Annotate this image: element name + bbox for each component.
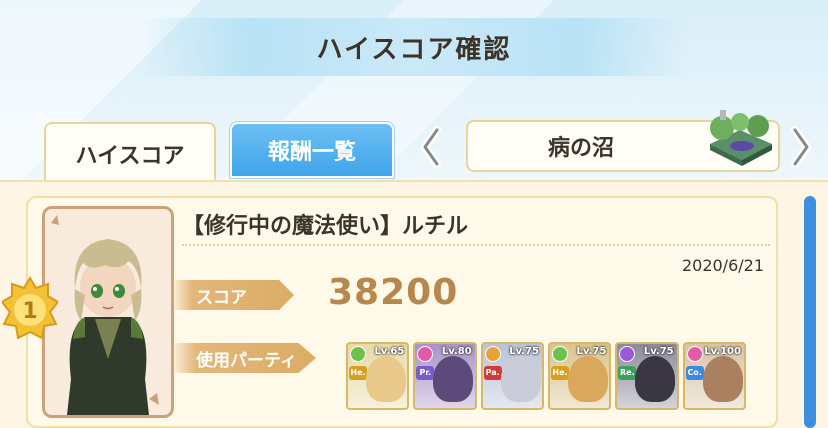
party-list: He. Lv.65 Pr. Lv.80 Pa. Lv.75 He. Lv.75 … bbox=[346, 342, 746, 412]
party-label-text: 使用パーティ bbox=[196, 350, 297, 371]
record-date: 2020/6/21 bbox=[681, 256, 764, 275]
divider bbox=[182, 244, 770, 246]
tab-rewards[interactable]: 報酬一覧 bbox=[230, 122, 394, 178]
rank-number: 1 bbox=[22, 299, 37, 324]
tab-highscore-label: ハイスコア bbox=[75, 144, 185, 169]
attribute-icon bbox=[350, 346, 366, 362]
character-face bbox=[366, 356, 406, 402]
attribute-icon bbox=[417, 346, 434, 362]
party-member-card[interactable]: Re. Lv.75 bbox=[615, 342, 679, 410]
party-member-card[interactable]: Pa. Lv.75 bbox=[480, 342, 544, 410]
character-face bbox=[433, 356, 474, 402]
party-label: 使用パーティ bbox=[170, 343, 316, 373]
title-bar: ハイスコア確認 bbox=[140, 18, 688, 76]
level-text: Lv.65 bbox=[374, 346, 405, 357]
character-face bbox=[635, 356, 676, 402]
scrollbar[interactable] bbox=[804, 196, 816, 428]
role-badge: Pa. bbox=[483, 366, 502, 380]
character-name: 【修行中の魔法使い】ルチル bbox=[182, 214, 469, 239]
role-badge: Pr. bbox=[416, 366, 435, 380]
character-illustration bbox=[45, 209, 171, 415]
character-face bbox=[702, 356, 743, 402]
attribute-icon bbox=[686, 346, 703, 362]
party-member-card[interactable]: Pr. Lv.80 bbox=[413, 342, 477, 410]
role-badge: He. bbox=[349, 366, 367, 380]
party-member-card[interactable]: He. Lv.65 bbox=[346, 342, 410, 410]
role-badge: Re. bbox=[618, 366, 637, 380]
role-badge: He. bbox=[550, 366, 569, 380]
stage-thumbnail bbox=[710, 110, 772, 166]
party-member-card[interactable]: Co. Lv.100 bbox=[682, 342, 746, 410]
score-value: 38200 bbox=[328, 272, 459, 313]
level-text: Lv.75 bbox=[576, 346, 607, 357]
attribute-icon bbox=[619, 346, 636, 362]
character-face bbox=[567, 356, 608, 402]
attribute-icon bbox=[484, 346, 501, 362]
chevron-left-icon bbox=[421, 126, 441, 168]
role-badge: Co. bbox=[685, 366, 704, 380]
tab-rewards-label: 報酬一覧 bbox=[267, 140, 356, 165]
page-title: ハイスコア確認 bbox=[316, 34, 512, 65]
chevron-right-icon bbox=[791, 126, 811, 168]
score-label-text: スコア bbox=[196, 287, 247, 308]
character-portrait bbox=[42, 206, 174, 418]
score-label: スコア bbox=[170, 280, 294, 310]
next-stage-button[interactable] bbox=[786, 124, 816, 170]
prev-stage-button[interactable] bbox=[416, 124, 446, 170]
level-text: Lv.100 bbox=[704, 346, 741, 357]
character-face bbox=[500, 356, 541, 402]
stage-name: 病の沼 bbox=[548, 136, 615, 161]
level-text: Lv.80 bbox=[441, 346, 472, 357]
level-text: Lv.75 bbox=[509, 346, 539, 357]
rank-badge: 1 bbox=[2, 276, 58, 340]
party-member-card[interactable]: He. Lv.75 bbox=[547, 342, 612, 410]
attribute-icon bbox=[551, 346, 568, 362]
tab-highscore[interactable]: ハイスコア bbox=[44, 122, 216, 184]
level-text: Lv.75 bbox=[643, 346, 674, 357]
